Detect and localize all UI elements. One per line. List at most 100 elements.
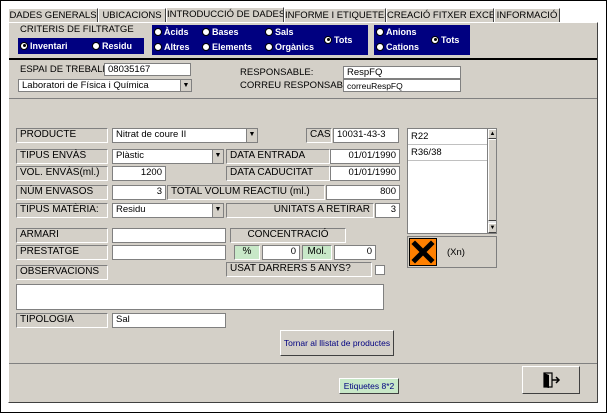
tipus-envas-label: TIPUS ENVÀS xyxy=(16,149,108,164)
radio-acids-label: Àcids xyxy=(164,27,189,37)
divider-workspace xyxy=(9,98,597,99)
radio-sals-label: Sals xyxy=(275,27,294,37)
radio-inventari[interactable]: Inventari xyxy=(20,41,68,52)
radio-tots-ion[interactable]: Tots xyxy=(431,35,459,46)
usat-checkbox[interactable] xyxy=(375,265,385,275)
chevron-down-icon[interactable]: ▼ xyxy=(212,150,223,163)
radio-bases-label: Bases xyxy=(212,27,239,37)
tab-dades-generals[interactable]: DADES GENERALS xyxy=(8,8,98,22)
radio-inventari-label: Inventari xyxy=(30,41,68,51)
radio-organics[interactable]: Orgànics xyxy=(265,42,314,53)
risk-scrollbar[interactable]: ▲ ▼ xyxy=(487,129,496,233)
mol-label: Mol. xyxy=(302,245,332,260)
radio-elements-label: Elements xyxy=(212,42,253,52)
risk-item[interactable]: R36/38 xyxy=(408,145,496,161)
radio-bases[interactable]: Bases xyxy=(202,27,239,38)
radio-off-icon xyxy=(154,27,162,36)
hazard-code: (Xn) xyxy=(447,247,465,258)
percent-label: % xyxy=(234,245,260,260)
cas-input[interactable]: 10031-43-3 xyxy=(333,128,399,143)
armari-input[interactable] xyxy=(112,228,226,243)
radio-cations-label: Cations xyxy=(386,42,420,52)
tornar-llistat-button[interactable]: Tornar al llistat de productes xyxy=(280,330,394,356)
radio-altres-label: Altres xyxy=(164,42,190,52)
num-envasos-input[interactable]: 3 xyxy=(112,185,166,200)
chevron-down-icon[interactable]: ▼ xyxy=(246,129,257,142)
tab-informacio[interactable]: INFORMACIÓ xyxy=(494,8,560,22)
scroll-up-icon[interactable]: ▲ xyxy=(488,129,496,139)
laboratori-select[interactable]: Laboratori de Física i Química ▼ xyxy=(18,79,192,92)
tab-ubicacions[interactable]: UBICACIONS xyxy=(98,8,166,22)
laboratori-value: Laboratori de Física i Química xyxy=(22,80,149,91)
producte-select[interactable]: Nitrat de coure II ▼ xyxy=(112,128,258,143)
radio-residu[interactable]: Residu xyxy=(92,41,132,52)
tipologia-input[interactable]: Sal xyxy=(112,313,226,328)
radio-tots-type[interactable]: Tots xyxy=(324,35,352,46)
scroll-thumb[interactable] xyxy=(488,139,496,221)
total-volum-input[interactable]: 800 xyxy=(326,185,400,200)
radio-organics-label: Orgànics xyxy=(275,42,315,52)
tab-creacio-fitxer-excel[interactable]: CREACIÓ FITXER EXCEL xyxy=(386,8,494,22)
radio-off-icon xyxy=(154,42,162,51)
observacions-label: OBSERVACIONS xyxy=(16,265,108,280)
total-volum-label: TOTAL VOLUM REACTIU (ml.) xyxy=(167,185,325,200)
observacions-input[interactable] xyxy=(16,284,384,310)
filter-title: CRITERIS DE FILTRATGE xyxy=(20,24,134,35)
tab-introduccio-dades[interactable]: INTRODUCCIÓ DE DADES xyxy=(166,7,284,23)
tipus-materia-select[interactable]: Residu ▼ xyxy=(112,203,224,218)
tipus-envas-select[interactable]: Plàstic ▼ xyxy=(112,149,224,164)
radio-residu-label: Residu xyxy=(102,41,133,51)
data-entrada-input[interactable]: 01/01/1990 xyxy=(330,149,400,164)
tipologia-label: TIPOLOGIA xyxy=(16,313,108,328)
prestatge-input[interactable] xyxy=(112,245,226,260)
divider-bottom xyxy=(9,363,597,364)
scroll-down-icon[interactable]: ▼ xyxy=(488,223,496,233)
radio-cations[interactable]: Cations xyxy=(376,42,419,53)
armari-label: ARMARI xyxy=(16,228,108,243)
chevron-down-icon[interactable]: ▼ xyxy=(180,80,191,91)
radio-sals[interactable]: Sals xyxy=(265,27,294,38)
etiquetes-button[interactable]: Etiquetes 8*2 xyxy=(339,378,399,394)
tipus-envas-value: Plàstic xyxy=(116,150,144,161)
espai-label: ESPAI DE TREBALL: xyxy=(20,64,111,75)
risk-list[interactable]: R22 R36/38 ▲ ▼ xyxy=(407,128,497,234)
divider-top xyxy=(9,58,597,60)
radio-anions[interactable]: Anions xyxy=(376,27,417,38)
chevron-down-icon[interactable]: ▼ xyxy=(212,204,223,217)
data-caducitat-input[interactable]: 01/01/1990 xyxy=(330,166,400,181)
vol-envas-label: VOL. ENVÀS(ml.) xyxy=(16,166,108,181)
radio-on-icon xyxy=(431,35,439,44)
radio-off-icon xyxy=(376,42,384,51)
data-entrada-label: DATA ENTRADA xyxy=(226,149,330,164)
tab-informe-etiquetes[interactable]: INFORME I ETIQUETES xyxy=(284,8,386,22)
radio-acids[interactable]: Àcids xyxy=(154,27,189,38)
vol-envas-input[interactable]: 1200 xyxy=(112,166,166,181)
tipus-materia-value: Residu xyxy=(116,204,146,215)
prestatge-label: PRESTATGE xyxy=(16,245,108,260)
harmful-x-icon xyxy=(409,238,437,266)
filter-type-group: Àcids Bases Sals Altres Elements Orgànic… xyxy=(152,25,368,55)
tab-strip: DADES GENERALS UBICACIONS INTRODUCCIÓ DE… xyxy=(8,7,560,23)
concentracio-label: CONCENTRACIÓ xyxy=(230,228,346,243)
unitats-input[interactable]: 3 xyxy=(375,203,400,218)
radio-off-icon xyxy=(202,42,210,51)
radio-altres[interactable]: Altres xyxy=(154,42,190,53)
risk-item[interactable]: R22 xyxy=(408,129,496,145)
num-envasos-label: NÚM ENVASOS xyxy=(16,185,108,200)
producte-value: Nitrat de coure II xyxy=(116,129,187,140)
unitats-label: UNITATS A RETIRAR xyxy=(226,203,374,218)
correu-label: CORREU RESPONSABLE: xyxy=(240,80,358,91)
responsable-input[interactable]: RespFQ xyxy=(343,66,461,79)
filter-source-group: Inventari Residu xyxy=(18,38,144,54)
correu-input[interactable]: correuRespFQ xyxy=(343,79,461,92)
radio-on-icon xyxy=(20,41,28,50)
responsable-label: RESPONSABLE: xyxy=(240,67,314,78)
mol-input[interactable]: 0 xyxy=(334,245,376,260)
percent-input[interactable]: 0 xyxy=(262,245,300,260)
radio-off-icon xyxy=(92,41,100,50)
radio-off-icon xyxy=(265,27,273,36)
exit-button[interactable] xyxy=(522,366,580,394)
radio-on-icon xyxy=(324,35,332,44)
espai-input[interactable]: 08035167 xyxy=(104,63,191,76)
radio-elements[interactable]: Elements xyxy=(202,42,252,53)
